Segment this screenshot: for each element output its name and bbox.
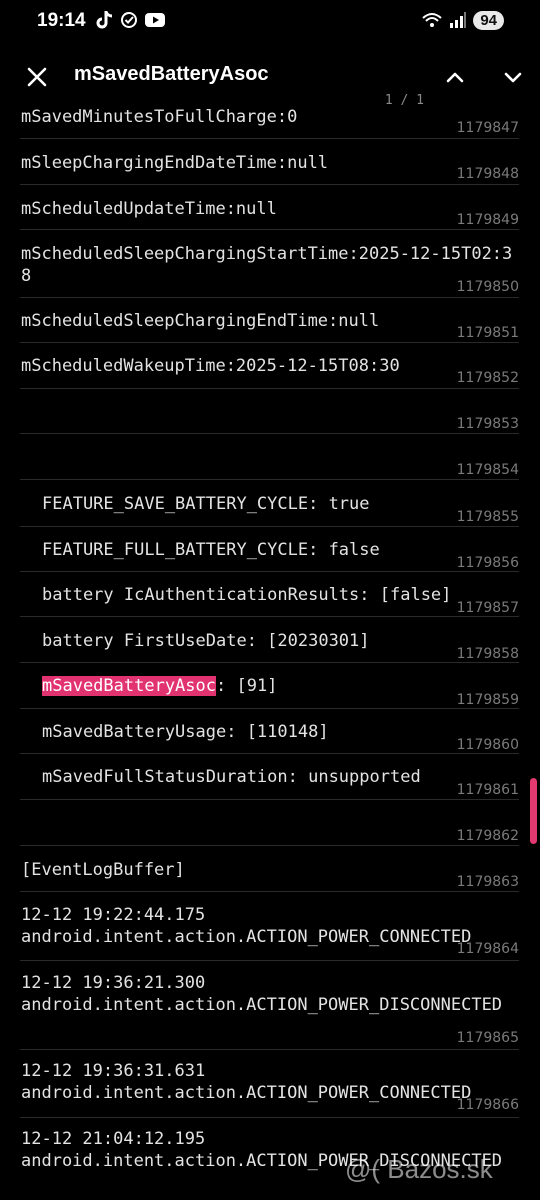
line-number: 1179851: [456, 325, 519, 341]
log-line-text: mScheduledSleepChargingEndTime:null: [21, 311, 380, 331]
log-line-text: mScheduledSleepChargingStartTime:2025-12…: [21, 244, 513, 286]
log-row: 12-12 19:22:44.175 android.intent.action…: [20, 891, 519, 961]
line-number: 1179856: [456, 555, 519, 571]
log-row: mScheduledSleepChargingEndTime:null 1179…: [20, 297, 519, 343]
chevron-down-icon[interactable]: [498, 62, 528, 92]
log-row: battery FirstUseDate: [20230301] 1179858: [20, 616, 519, 663]
line-number: 1179859: [456, 692, 519, 708]
log-row-match: mSavedBatteryAsoc: [91] 1179859: [20, 662, 519, 709]
youtube-icon: [145, 13, 165, 27]
search-highlight: mSavedBatteryAsoc: [42, 676, 216, 696]
log-row: 1179853: [20, 388, 519, 434]
log-row: mSavedBatteryUsage: [110148] 1179860: [20, 708, 519, 754]
log-line-text: mSleepChargingEndDateTime:null: [21, 153, 329, 173]
log-line-text: mScheduledWakeupTime:2025-12-15T08:30: [21, 356, 400, 376]
line-number: 1179861: [456, 782, 519, 798]
check-circle-icon: [121, 12, 137, 28]
line-number: 1179863: [456, 874, 519, 890]
log-row: FEATURE_SAVE_BATTERY_CYCLE: true 1179855: [20, 479, 519, 527]
log-row: [EventLogBuffer] 1179863: [20, 845, 519, 892]
log-row: mSavedFullStatusDuration: unsupported 11…: [20, 753, 519, 800]
line-number: 1179864: [456, 941, 519, 957]
close-icon[interactable]: [22, 62, 52, 92]
line-number: 1179865: [456, 1030, 519, 1046]
notification-icons: [96, 10, 166, 30]
status-bar: 19:14 94: [0, 0, 540, 44]
status-time: 19:14: [37, 10, 86, 31]
log-row: mScheduledSleepChargingStartTime:2025-12…: [20, 229, 519, 298]
chevron-up-icon[interactable]: [440, 62, 470, 92]
log-line-text: 12-12 19:22:44.175 android.intent.action…: [21, 905, 472, 947]
line-number: 1179860: [456, 737, 519, 753]
log-row: FEATURE_FULL_BATTERY_CYCLE: false 117985…: [20, 526, 519, 572]
log-row: 1179854: [20, 433, 519, 480]
line-number: 1179853: [456, 416, 519, 432]
log-row: mScheduledUpdateTime:null 1179849: [20, 184, 519, 230]
line-number: 1179857: [456, 600, 519, 616]
line-number: 1179854: [456, 462, 519, 478]
line-number: 1179858: [456, 646, 519, 662]
watermark: @( Bazos.sk: [345, 1154, 493, 1184]
line-number: 1179848: [456, 166, 519, 182]
log-row: 12-12 19:36:21.300 android.intent.action…: [20, 960, 519, 1050]
log-line-text: 12-12 19:36:31.631 android.intent.action…: [21, 1061, 472, 1103]
log-line-text: mSavedMinutesToFullCharge:0: [21, 107, 298, 127]
log-row: mScheduledWakeupTime:2025-12-15T08:30 11…: [20, 342, 519, 389]
log-row: battery IcAuthenticationResults: [false]…: [20, 571, 519, 617]
log-row: 12-12 19:36:31.631 android.intent.action…: [20, 1049, 519, 1118]
line-number: 1179850: [456, 279, 519, 295]
scrollbar-thumb[interactable]: [530, 778, 537, 844]
wifi-icon: [422, 13, 442, 27]
line-number: 1179866: [456, 1097, 519, 1113]
log-row: 1179862: [20, 799, 519, 846]
line-number: 1179852: [456, 370, 519, 386]
log-view[interactable]: mSavedMinutesToFullCharge:0 1179847 mSle…: [0, 104, 540, 1200]
line-number: 1179849: [456, 212, 519, 228]
line-number: 1179855: [456, 509, 519, 525]
log-row: mSavedMinutesToFullCharge:0 1179847: [20, 104, 519, 139]
line-number: 1179847: [456, 120, 519, 136]
log-line-text: [EventLogBuffer]: [21, 860, 185, 880]
log-line-text: 12-12 19:36:21.300 android.intent.action…: [21, 973, 503, 1015]
battery-indicator: 94: [473, 10, 504, 30]
search-query-title: mSavedBatteryAsoc: [74, 63, 269, 85]
log-row: mSleepChargingEndDateTime:null 1179848: [20, 138, 519, 185]
log-line-rest: : [91]: [216, 676, 278, 696]
system-icons: 94: [421, 10, 504, 30]
signal-icon: [450, 12, 467, 28]
log-line-text: mScheduledUpdateTime:null: [21, 199, 277, 219]
search-toolbar: mSavedBatteryAsoc: [0, 50, 540, 104]
tiktok-icon: [96, 11, 113, 29]
line-number: 1179862: [456, 828, 519, 844]
